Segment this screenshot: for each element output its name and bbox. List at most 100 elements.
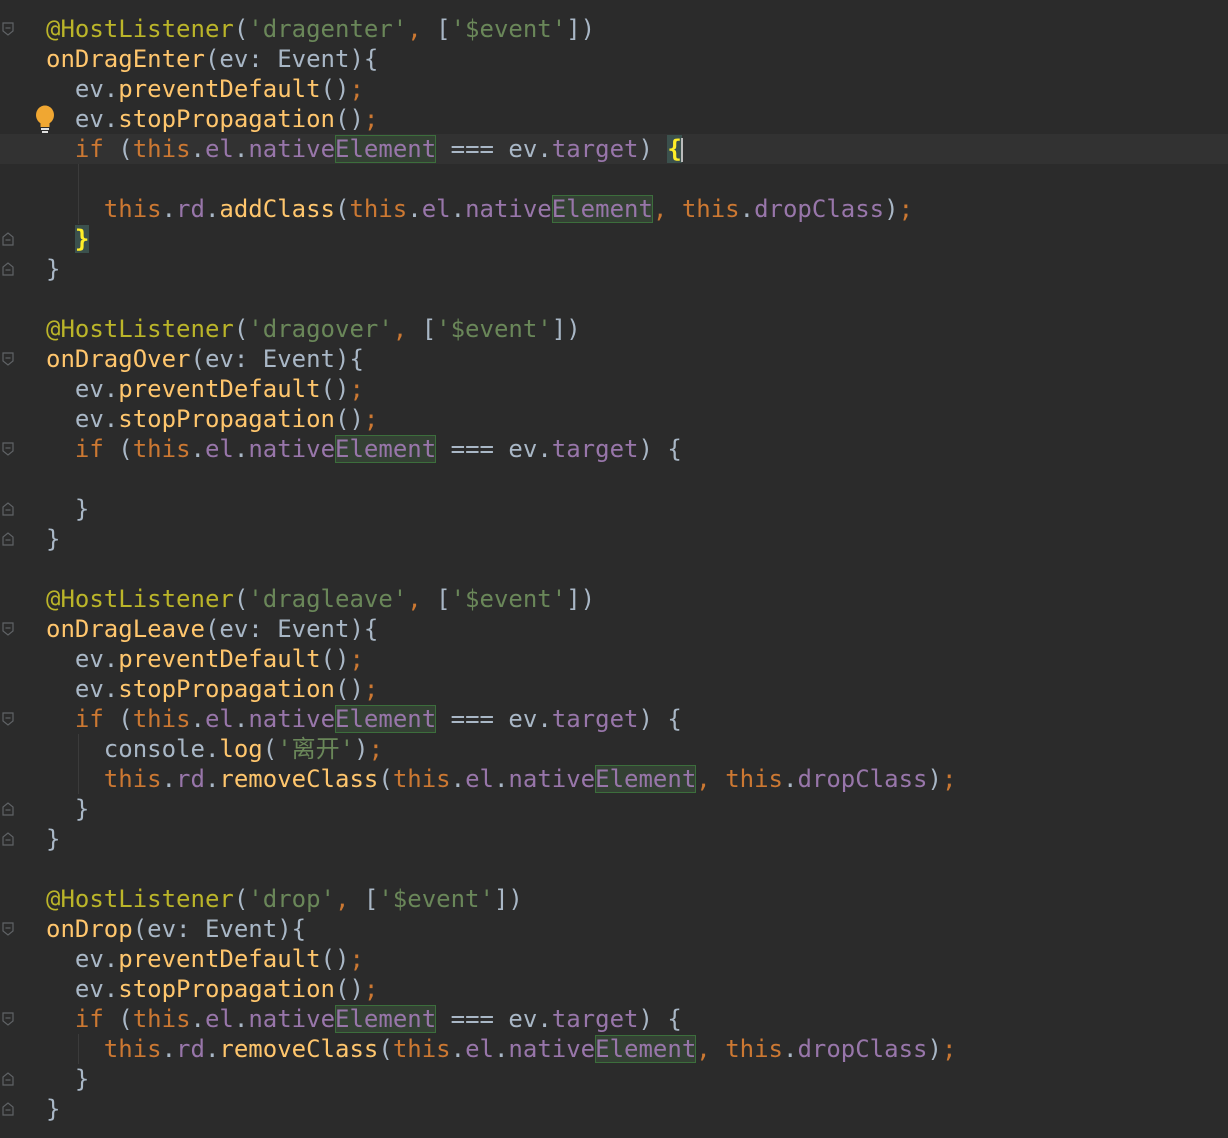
- code-token: native: [248, 135, 336, 163]
- code-line[interactable]: }: [46, 824, 1228, 854]
- code-token: }: [46, 525, 61, 553]
- code-token: native: [248, 435, 336, 463]
- code-token: Element: [551, 195, 653, 223]
- code-token: }: [46, 1095, 61, 1123]
- code-line[interactable]: [46, 164, 1228, 194]
- code-line[interactable]: if (this.el.nativeElement === ev.target)…: [46, 1004, 1228, 1034]
- code-token: ev.: [46, 645, 119, 673]
- code-token: 'dragleave': [248, 585, 408, 613]
- code-line[interactable]: ev.stopPropagation();: [46, 104, 1228, 134]
- code-token: (): [335, 105, 364, 133]
- code-line[interactable]: if (this.el.nativeElement === ev.target)…: [0, 134, 1228, 164]
- fold-close-icon[interactable]: [2, 502, 14, 516]
- code-token: ;: [349, 75, 364, 103]
- code-line[interactable]: if (this.el.nativeElement === ev.target)…: [46, 704, 1228, 734]
- fold-open-icon[interactable]: [2, 622, 14, 636]
- fold-open-icon[interactable]: [2, 712, 14, 726]
- code-line[interactable]: ev.preventDefault();: [46, 74, 1228, 104]
- code-line[interactable]: @HostListener('drop', ['$event']): [46, 884, 1228, 914]
- code-line[interactable]: onDragOver(ev: Event){: [46, 344, 1228, 374]
- code-token: '$event': [436, 315, 552, 343]
- code-line[interactable]: if (this.el.nativeElement === ev.target)…: [46, 434, 1228, 464]
- code-line[interactable]: }: [46, 794, 1228, 824]
- code-token: target: [551, 435, 639, 463]
- code-token: native: [248, 705, 336, 733]
- code-token: native: [508, 765, 596, 793]
- code-token: native: [508, 1035, 596, 1063]
- code-token: [: [421, 315, 437, 343]
- code-area[interactable]: @HostListener('dragenter', ['$event']) on…: [0, 14, 1228, 1124]
- code-token: (: [233, 15, 249, 43]
- code-line[interactable]: [46, 464, 1228, 494]
- fold-close-icon[interactable]: [2, 232, 14, 246]
- editor-gutter[interactable]: [0, 0, 20, 1138]
- fold-open-icon[interactable]: [2, 1012, 14, 1026]
- fold-open-icon[interactable]: [2, 22, 14, 36]
- code-token: this: [392, 1035, 451, 1063]
- code-token: ;: [898, 195, 914, 223]
- code-token: ;: [941, 1035, 957, 1063]
- code-line[interactable]: onDragLeave(ev: Event){: [46, 614, 1228, 644]
- code-token: target: [551, 1005, 639, 1033]
- code-line[interactable]: }: [46, 494, 1228, 524]
- code-line[interactable]: ev.preventDefault();: [46, 644, 1228, 674]
- fold-open-icon[interactable]: [2, 352, 14, 366]
- code-line[interactable]: onDragEnter(ev: Event){: [46, 44, 1228, 74]
- code-line[interactable]: @HostListener('dragover', ['$event']): [46, 314, 1228, 344]
- code-line[interactable]: ev.stopPropagation();: [46, 404, 1228, 434]
- code-line[interactable]: [46, 854, 1228, 884]
- code-line[interactable]: }: [46, 254, 1228, 284]
- code-line[interactable]: }: [46, 224, 1228, 254]
- code-token: ]): [566, 585, 596, 613]
- code-line[interactable]: ev.stopPropagation();: [46, 974, 1228, 1004]
- code-token: ev.: [46, 975, 119, 1003]
- code-token: (ev: Event){: [132, 915, 307, 943]
- code-token: (: [378, 1035, 393, 1063]
- code-token: ): [638, 135, 668, 163]
- code-token: }: [46, 1065, 90, 1093]
- code-line[interactable]: console.log('离开');: [46, 734, 1228, 764]
- code-line[interactable]: ev.stopPropagation();: [46, 674, 1228, 704]
- code-token: Element: [335, 1005, 437, 1033]
- code-token: (): [335, 975, 364, 1003]
- code-editor[interactable]: @HostListener('dragenter', ['$event']) on…: [0, 0, 1228, 1138]
- code-line[interactable]: }: [46, 524, 1228, 554]
- code-token: if: [74, 705, 104, 733]
- code-line[interactable]: @HostListener('dragenter', ['$event']): [46, 14, 1228, 44]
- code-line[interactable]: [46, 554, 1228, 584]
- code-token: .: [204, 195, 220, 223]
- code-token: ): [354, 735, 369, 763]
- code-line[interactable]: [46, 284, 1228, 314]
- code-line[interactable]: ev.preventDefault();: [46, 944, 1228, 974]
- code-token: rd: [176, 195, 205, 223]
- code-line[interactable]: this.rd.removeClass(this.el.nativeElemen…: [46, 1034, 1228, 1064]
- code-line[interactable]: }: [46, 1094, 1228, 1124]
- fold-close-icon[interactable]: [2, 832, 14, 846]
- fold-close-icon[interactable]: [2, 802, 14, 816]
- fold-close-icon[interactable]: [2, 262, 14, 276]
- fold-close-icon[interactable]: [2, 1072, 14, 1086]
- fold-open-icon[interactable]: [2, 442, 14, 456]
- code-token: .: [450, 1035, 466, 1063]
- code-line[interactable]: this.rd.addClass(this.el.nativeElement, …: [46, 194, 1228, 224]
- code-token: el: [204, 435, 234, 463]
- code-token: .: [493, 1035, 509, 1063]
- code-token: ;: [368, 735, 384, 763]
- code-token: onDragOver: [46, 345, 191, 373]
- code-line[interactable]: @HostListener('dragleave', ['$event']): [46, 584, 1228, 614]
- code-line[interactable]: ev.preventDefault();: [46, 374, 1228, 404]
- code-token: ,: [652, 195, 682, 223]
- code-line[interactable]: this.rd.removeClass(this.el.nativeElemen…: [46, 764, 1228, 794]
- code-line[interactable]: }: [46, 1064, 1228, 1094]
- code-line[interactable]: onDrop(ev: Event){: [46, 914, 1228, 944]
- fold-open-icon[interactable]: [2, 922, 14, 936]
- fold-close-icon[interactable]: [2, 1102, 14, 1116]
- code-token: this: [132, 705, 191, 733]
- fold-close-icon[interactable]: [2, 532, 14, 546]
- code-token: this: [103, 1035, 162, 1063]
- code-token: ,: [696, 1035, 726, 1063]
- code-token: (): [335, 405, 364, 433]
- code-token: (): [335, 675, 364, 703]
